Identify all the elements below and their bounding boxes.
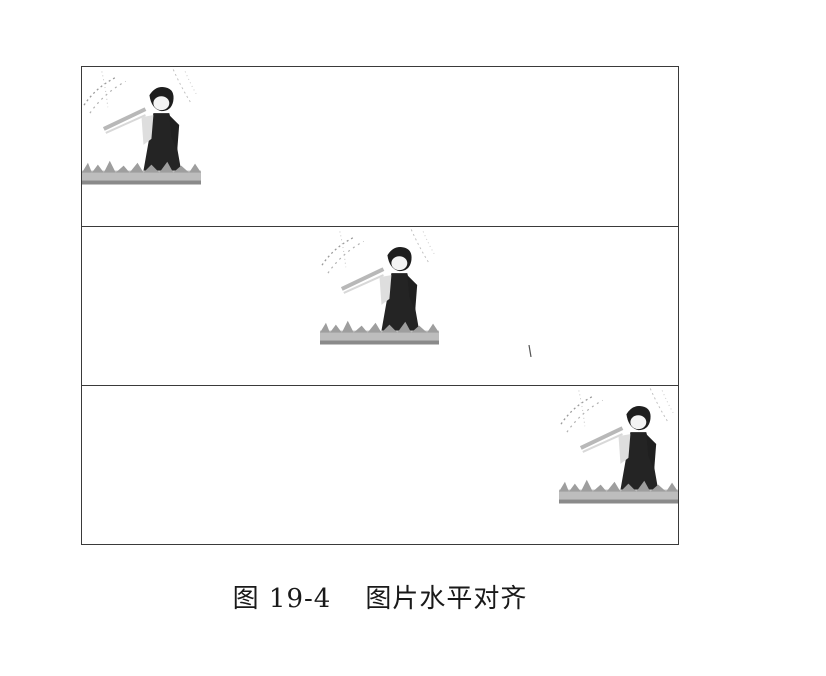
alignment-figure [81, 66, 679, 545]
anime-girl-image-center [320, 227, 439, 345]
anime-girl-image-left [82, 67, 201, 185]
row-align-left [82, 67, 678, 226]
stray-mark [528, 345, 532, 357]
anime-girl-image-right [559, 386, 678, 504]
row-align-right [82, 385, 678, 544]
figure-title: 图片水平对齐 [365, 584, 528, 614]
figure-caption: 图 19-4 图片水平对齐 [0, 578, 760, 615]
row-align-center [82, 226, 678, 385]
figure-number: 图 19-4 [232, 584, 332, 614]
